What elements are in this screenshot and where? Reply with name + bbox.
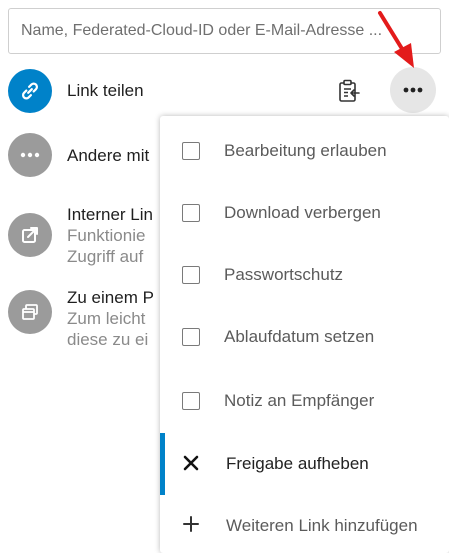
menu-item-label: Weiteren Link hinzufügen (226, 516, 418, 535)
menu-item-add-another-link[interactable]: Weiteren Link hinzufügen (160, 495, 449, 553)
internal-link-row: Interner Lin Funktionie Zugriff auf (8, 205, 153, 267)
menu-item-label: Download verbergen (224, 203, 381, 222)
share-others-row: Andere mit (8, 133, 149, 177)
add-to-project-title: Zu einem P (67, 288, 154, 307)
internal-link-title: Interner Lin (67, 205, 153, 224)
add-to-project-desc-line1: Zum leicht (67, 309, 146, 328)
internal-link-avatar (8, 213, 52, 257)
add-to-project-desc-line2: diese zu ei (67, 330, 149, 349)
menu-item-allow-editing[interactable]: Bearbeitung erlauben (160, 120, 449, 182)
menu-item-note-to-recipient[interactable]: Notiz an Empfänger (160, 370, 449, 432)
internal-link-desc-line1: Funktionie (67, 226, 146, 245)
checkbox-icon[interactable] (182, 392, 200, 410)
menu-item-label: Freigabe aufheben (226, 454, 369, 473)
menu-item-label: Passwortschutz (224, 265, 344, 284)
close-icon (180, 452, 202, 476)
menu-item-label: Notiz an Empfänger (224, 391, 375, 410)
sharing-panel: Link teilen Andere mit (0, 0, 449, 553)
internal-link-desc-line2: Zugriff auf (67, 247, 144, 266)
others-avatar (8, 133, 52, 177)
more-dots-icon (403, 87, 423, 93)
share-link-row: Link teilen (8, 69, 144, 113)
project-avatar (8, 290, 52, 334)
link-avatar (8, 69, 52, 113)
copy-to-clipboard-icon[interactable] (336, 78, 362, 104)
plus-icon (180, 514, 202, 538)
share-actions-menu: Bearbeitung erlauben Download verbergen … (160, 116, 449, 553)
add-to-project-row: Zu einem P Zum leicht diese zu ei (8, 288, 154, 350)
menu-item-label: Bearbeitung erlauben (224, 141, 387, 160)
more-dots-icon (20, 152, 40, 158)
menu-item-password-protect[interactable]: Passwortschutz (160, 244, 449, 306)
link-icon (22, 82, 38, 100)
menu-item-set-expiration[interactable]: Ablaufdatum setzen (160, 306, 449, 368)
share-others-label: Andere mit (67, 146, 150, 165)
project-icon (22, 304, 38, 320)
checkbox-icon[interactable] (182, 204, 200, 222)
menu-item-label: Ablaufdatum setzen (224, 327, 375, 346)
checkbox-icon[interactable] (182, 142, 200, 160)
external-link-icon (22, 227, 38, 243)
checkbox-icon[interactable] (182, 328, 200, 346)
share-with-input[interactable] (8, 8, 441, 54)
more-actions-button[interactable] (390, 67, 436, 113)
menu-item-hide-download[interactable]: Download verbergen (160, 182, 449, 244)
checkbox-icon[interactable] (182, 266, 200, 284)
menu-item-unshare[interactable]: Freigabe aufheben (160, 433, 449, 495)
share-link-label: Link teilen (67, 81, 144, 100)
